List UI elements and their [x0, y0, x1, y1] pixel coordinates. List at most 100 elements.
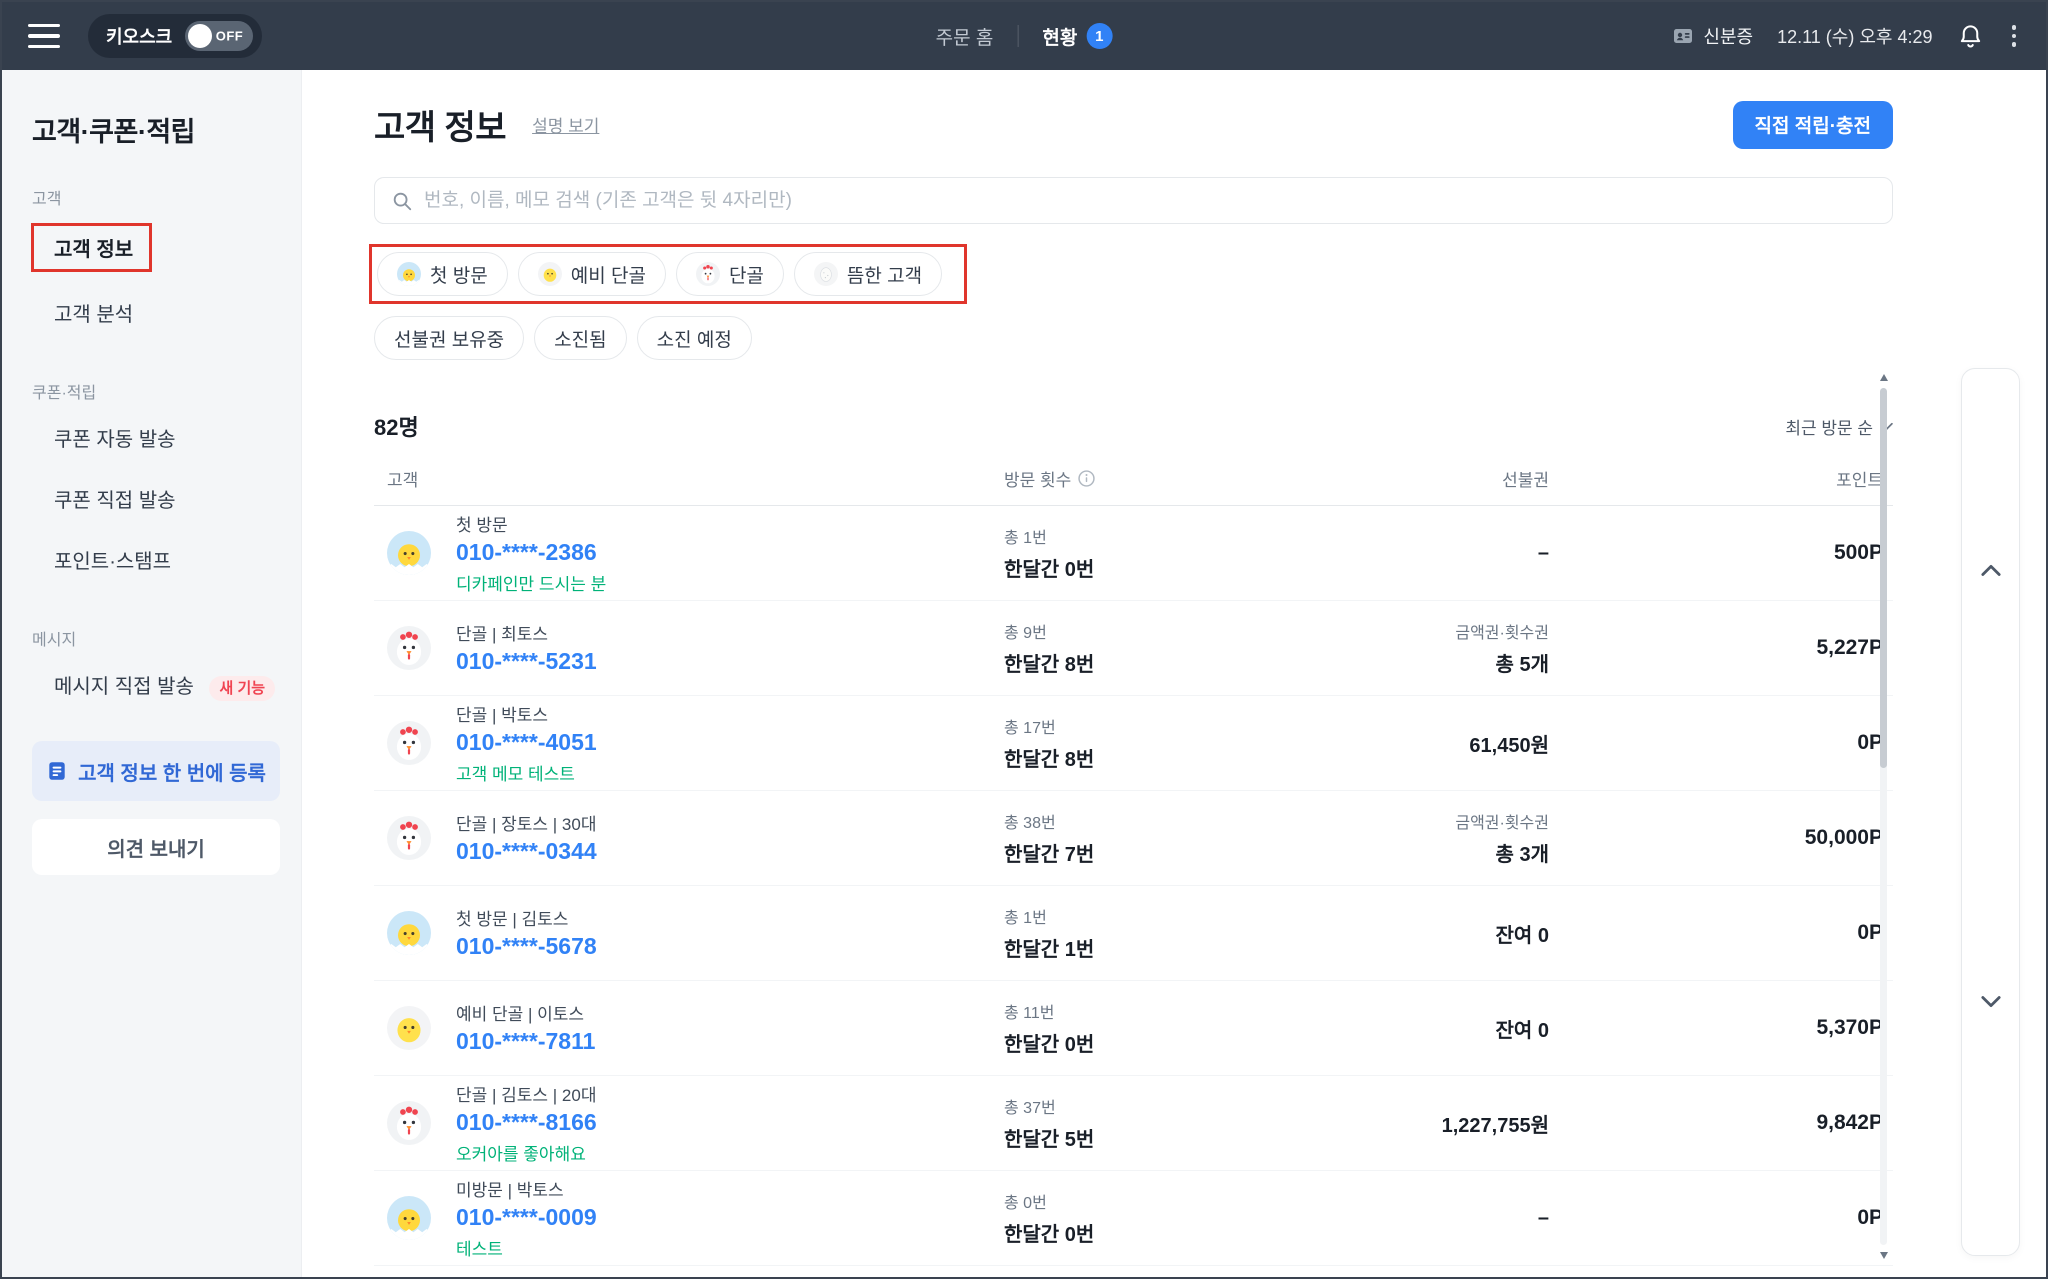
points-cell: 0P	[1549, 731, 1893, 755]
customer-segment-label: 단골 | 김토스 | 20대	[456, 1081, 597, 1106]
customer-segment-label: 첫 방문 | 김토스	[456, 905, 597, 930]
customer-phone-link[interactable]: 010-****-0009	[456, 1204, 597, 1232]
table-row[interactable]: 미방문 | 박토스 010-****-0009 테스트 총 0번 한달간 0번 …	[374, 1171, 1893, 1266]
chip-label: 예비 단골	[571, 261, 646, 288]
filter-chip[interactable]: 첫 방문	[377, 252, 508, 296]
kiosk-switch[interactable]: OFF	[185, 21, 253, 51]
rooster-icon	[387, 721, 431, 765]
customer-phone-link[interactable]: 010-****-8166	[456, 1109, 597, 1137]
customer-segment-label: 단골 | 박토스	[456, 701, 597, 726]
search-bar[interactable]	[374, 177, 1893, 224]
kiosk-toggle[interactable]: 키오스크 OFF	[88, 14, 262, 58]
chick-yellow-icon	[538, 262, 562, 286]
customer-cell: 첫 방문 | 김토스 010-****-5678	[374, 905, 1004, 961]
notification-bell-icon[interactable]	[1957, 23, 1984, 50]
col-visits: 방문 횟수	[1004, 466, 1314, 491]
chevron-down-icon	[1977, 987, 2005, 1015]
sidebar-section-customers: 고객	[32, 185, 279, 209]
list-head: 82명 최근 방문 순	[374, 410, 1893, 442]
filter-chip[interactable]: 소진됨	[534, 316, 626, 360]
visits-total: 총 9번	[1004, 619, 1314, 643]
sidebar-item-customer-analysis[interactable]: 고객 분석	[32, 282, 279, 343]
customer-segment-label: 미방문 | 박토스	[456, 1176, 597, 1201]
scrollbar-up-arrow[interactable]	[1880, 374, 1888, 381]
nav-order-home[interactable]: 주문 홈	[936, 23, 994, 50]
customer-memo: 오커아를 좋아해요	[456, 1140, 597, 1165]
table-row[interactable]: 첫 방문 | 김토스 010-****-5678 총 1번 한달간 1번 잔여 …	[374, 886, 1893, 981]
points-cell: 9,842P	[1549, 1111, 1893, 1135]
prepaid-filter-group: 선불권 보유중 소진됨 소진 예정	[374, 316, 1893, 360]
scrollbar-track[interactable]	[1880, 388, 1887, 1245]
main-content: 고객 정보 설명 보기 직접 적립·충전 첫 방문 예비 단골 단골 뜸한 고객	[302, 70, 2046, 1279]
customer-phone-link[interactable]: 010-****-5231	[456, 648, 597, 676]
sidebar-item-customer-info[interactable]: 고객 정보	[32, 213, 279, 282]
col-prepaid: 선불권	[1314, 466, 1549, 491]
visits-month: 한달간 8번	[1004, 743, 1314, 772]
info-icon[interactable]	[1078, 470, 1095, 487]
table-row[interactable]: 예비 단골 | 이토스 010-****-7811 총 11번 한달간 0번 잔…	[374, 981, 1893, 1076]
customer-phone-link[interactable]: 010-****-5678	[456, 933, 597, 961]
visits-month: 한달간 0번	[1004, 1218, 1314, 1247]
chick-yellow-icon	[387, 1006, 431, 1050]
table-row[interactable]: 첫 방문 010-****-2386 디카페인만 드시는 분 총 1번 한달간 …	[374, 506, 1893, 601]
sidebar-item-coupon-auto[interactable]: 쿠폰 자동 발송	[32, 407, 279, 468]
datetime-label: 12.11 (수) 오후 4:29	[1777, 23, 1932, 49]
sidebar-item-points-stamp[interactable]: 포인트·스탬프	[32, 529, 279, 590]
page-scroll-control	[1961, 368, 2020, 1256]
customer-segment-label: 첫 방문	[456, 511, 606, 536]
nav-status-label: 현황	[1042, 23, 1077, 50]
table-row[interactable]: 단골 | 김토스 | 20대 010-****-8166 오커아를 좋아해요 총…	[374, 1076, 1893, 1171]
customer-segment-label: 단골 | 장토스 | 30대	[456, 810, 597, 835]
sort-label: 최근 방문 순	[1785, 414, 1873, 439]
feedback-button[interactable]: 의견 보내기	[32, 819, 280, 875]
more-options-icon[interactable]	[2008, 21, 2021, 51]
scrollbar-thumb[interactable]	[1880, 388, 1887, 768]
sidebar-item-message-direct[interactable]: 메시지 직접 발송 새 기능	[32, 654, 279, 715]
prepaid-cell: 금액권·횟수권 총 3개	[1314, 809, 1549, 867]
sidebar-item-coupon-direct[interactable]: 쿠폰 직접 발송	[32, 468, 279, 529]
filter-chip[interactable]: 소진 예정	[637, 316, 752, 360]
search-input[interactable]	[424, 190, 1876, 212]
scroll-up-button[interactable]	[1962, 557, 2019, 585]
id-verification-button[interactable]: 신분증	[1671, 23, 1753, 49]
customer-cell: 단골 | 장토스 | 30대 010-****-0344	[374, 810, 1004, 866]
customer-segment-label: 단골 | 최토스	[456, 620, 597, 645]
customer-segment-label: 예비 단골 | 이토스	[456, 1000, 595, 1025]
hamburger-menu-icon[interactable]	[28, 24, 60, 48]
prepaid-cell: 잔여 0	[1314, 919, 1549, 948]
main-header: 고객 정보 설명 보기 직접 적립·충전	[374, 100, 1893, 149]
col-points: 포인트	[1549, 466, 1893, 491]
visits-month: 한달간 8번	[1004, 648, 1314, 677]
table-row[interactable]: 단골 | 최토스 010-****-5231 총 9번 한달간 8번 금액권·횟…	[374, 601, 1893, 696]
sort-dropdown[interactable]: 최근 방문 순	[1785, 414, 1893, 439]
chick-blue-icon	[397, 262, 421, 286]
customer-phone-link[interactable]: 010-****-2386	[456, 539, 606, 567]
table-body: 첫 방문 010-****-2386 디카페인만 드시는 분 총 1번 한달간 …	[374, 506, 1893, 1279]
list-scrollbar[interactable]	[1879, 374, 1888, 1259]
table-row[interactable]: 단골 | 박토스 010-****-4051 고객 메모 테스트 총 17번 한…	[374, 696, 1893, 791]
nav-status[interactable]: 현황 1	[1042, 23, 1112, 50]
filter-chip[interactable]: 뜸한 고객	[794, 252, 942, 296]
customer-phone-link[interactable]: 010-****-4051	[456, 729, 597, 757]
chevron-up-icon	[1977, 557, 2005, 585]
bulk-register-button[interactable]: 고객 정보 한 번에 등록	[32, 741, 280, 801]
topbar-nav: 주문 홈 현황 1	[936, 23, 1113, 50]
scroll-down-button[interactable]	[1962, 987, 2019, 1015]
table-row[interactable]: 단골 | 장토스 | 30대 010-****-0344 총 38번 한달간 7…	[374, 791, 1893, 886]
visits-month: 한달간 0번	[1004, 553, 1314, 582]
app-body: 고객·쿠폰·적립 고객 고객 정보 고객 분석 쿠폰·적립 쿠폰 자동 발송 쿠…	[2, 70, 2046, 1279]
visits-month: 한달간 7번	[1004, 838, 1314, 867]
app-window: 키오스크 OFF 주문 홈 현황 1 신분증 12.11 (수) 오후 4:29	[0, 0, 2048, 1279]
direct-charge-button[interactable]: 직접 적립·충전	[1733, 101, 1894, 149]
customer-phone-link[interactable]: 010-****-0344	[456, 838, 597, 866]
filter-chip[interactable]: 선불권 보유중	[374, 316, 524, 360]
nav-divider	[1017, 25, 1018, 47]
filter-chip[interactable]: 예비 단골	[518, 252, 666, 296]
visits-cell: 총 17번 한달간 8번	[1004, 714, 1314, 772]
filter-chip[interactable]: 단골	[676, 252, 784, 296]
visits-month: 한달간 5번	[1004, 1123, 1314, 1152]
prepaid-value: 잔여 0	[1314, 919, 1549, 948]
scrollbar-down-arrow[interactable]	[1880, 1252, 1888, 1259]
help-link[interactable]: 설명 보기	[532, 112, 599, 137]
customer-phone-link[interactable]: 010-****-7811	[456, 1028, 595, 1056]
